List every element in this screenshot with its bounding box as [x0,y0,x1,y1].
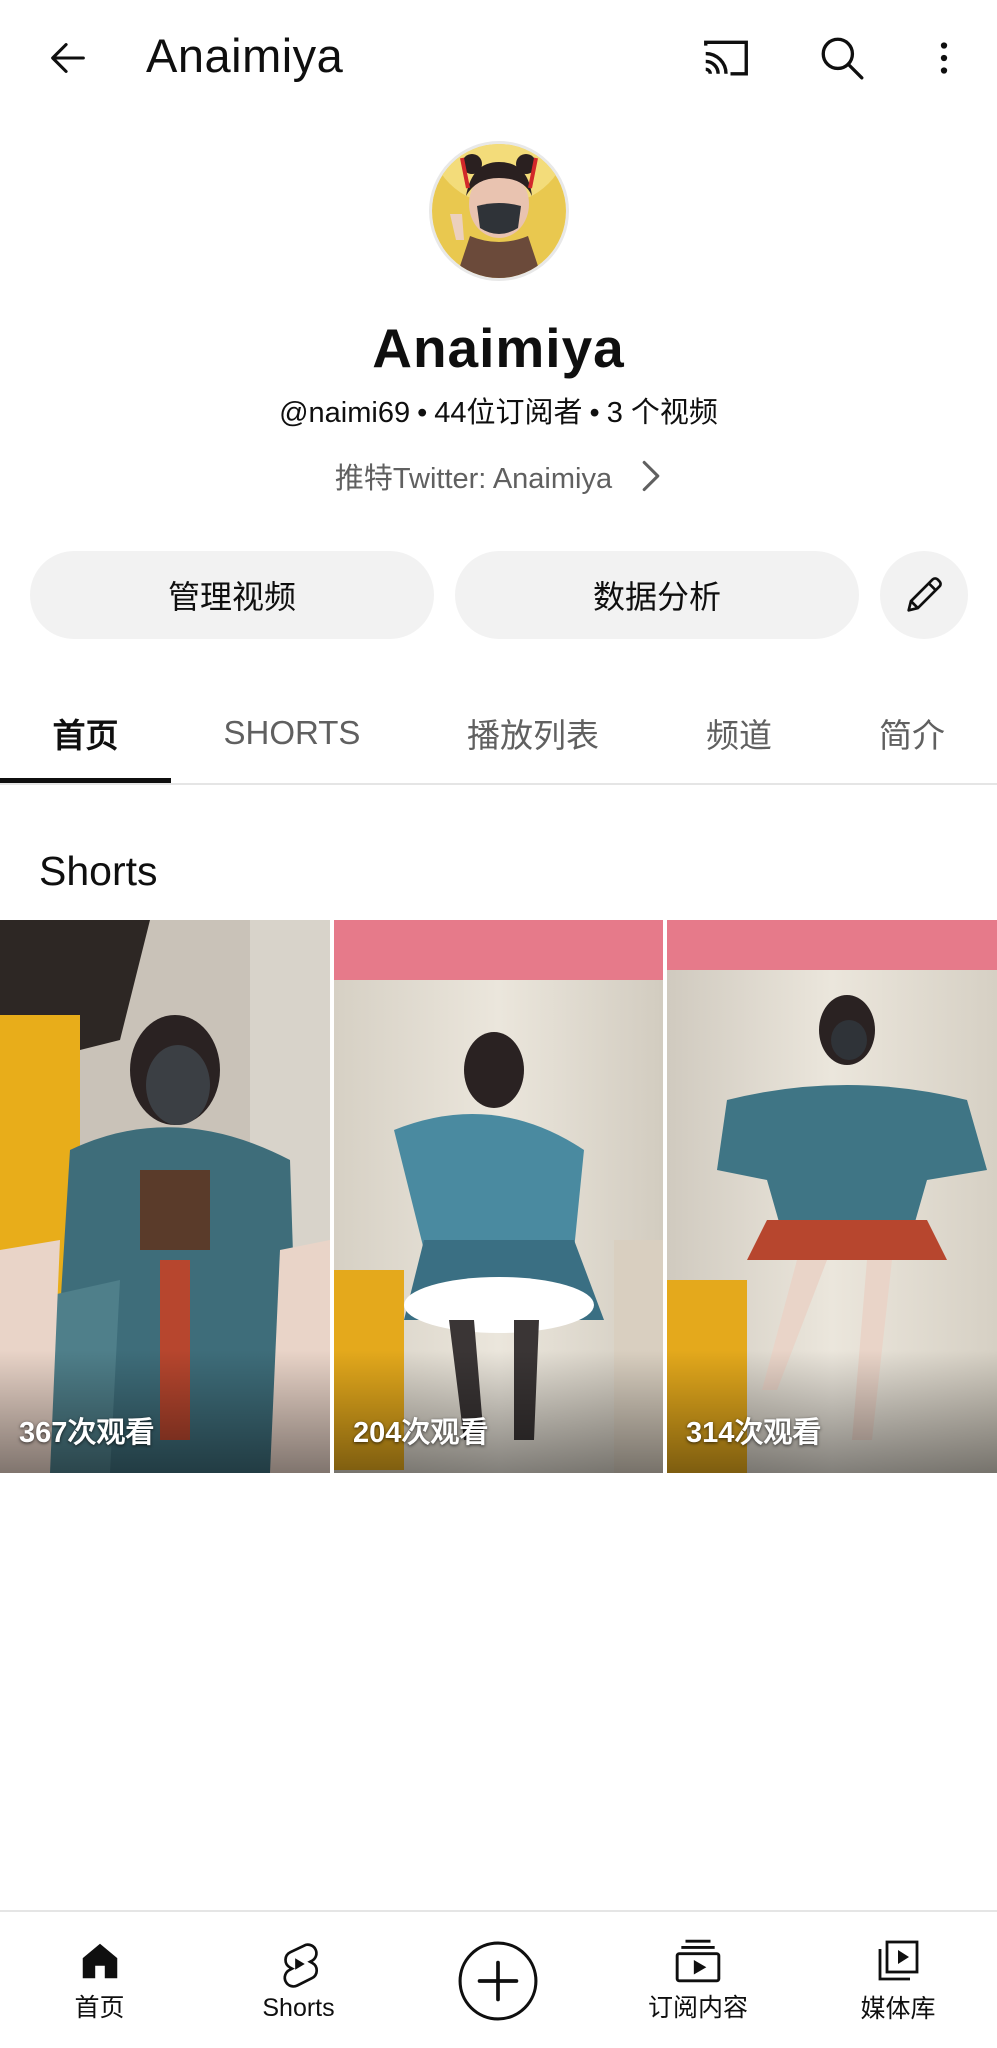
search-button[interactable] [806,22,878,94]
nav-library-label: 媒体库 [860,1995,936,2023]
short-thumbnail-image [0,920,330,1473]
pencil-icon [907,577,942,612]
cast-button[interactable] [690,22,762,94]
short-thumbnail[interactable]: 314次观看 [667,920,997,1473]
meta-separator: • [417,397,428,429]
chevron-right-icon [642,460,660,492]
shorts-section-title: Shorts [39,848,158,894]
short-view-count: 367次观看 [19,1417,155,1449]
tab-about[interactable]: 简介 [850,680,974,785]
library-icon [878,1940,919,1981]
more-options-button[interactable] [908,22,980,94]
subscriber-count: 44位订阅者 [434,397,583,429]
nav-subscriptions[interactable]: 订阅内容 [597,1912,799,2048]
page-title: Anaimiya [146,29,344,82]
nav-home-label: 首页 [74,1994,125,2022]
avatar-image [432,144,566,278]
nav-shorts-label: Shorts [262,1993,335,2022]
shorts-icon [282,1942,318,1988]
channel-handle: @naimi69 [279,397,411,429]
channel-link[interactable]: 推特Twitter: Anaimiya [0,455,997,497]
active-tab-indicator [0,778,171,783]
video-count: 3 个视频 [606,397,718,429]
create-plus-icon [458,1941,537,2021]
short-thumbnail[interactable]: 367次观看 [0,920,330,1473]
search-icon [821,37,864,80]
tab-channels[interactable]: 频道 [668,680,810,785]
bottom-navigation: 首页 Shorts 订阅内容 媒体库 [0,1910,997,2048]
channel-link-text: 推特Twitter: Anaimiya [334,463,613,495]
manage-videos-button[interactable]: 管理视频 [30,551,434,639]
nav-home[interactable]: 首页 [0,1912,199,2048]
meta-separator: • [589,397,600,429]
edit-channel-button[interactable] [880,551,968,639]
nav-subscriptions-label: 订阅内容 [647,1994,748,2022]
short-view-count: 204次观看 [353,1417,489,1449]
more-vert-icon [940,42,948,74]
back-button[interactable] [32,22,104,94]
top-app-bar: Anaimiya [0,0,997,116]
back-arrow-icon [51,43,85,73]
nav-library[interactable]: 媒体库 [799,1912,997,2048]
nav-create[interactable] [398,1912,597,2048]
short-thumbnail-image [667,920,997,1473]
subscriptions-icon [675,1939,721,1983]
tab-home[interactable]: 首页 [0,680,171,785]
short-view-count: 314次观看 [686,1417,822,1449]
tab-shorts[interactable]: SHORTS [201,680,383,785]
channel-name: Anaimiya [372,317,625,379]
short-thumbnail[interactable]: 204次观看 [334,920,663,1473]
cast-icon [704,40,748,76]
shorts-grid: 367次观看 204次观看 314次观看 [0,920,997,1473]
tab-playlists[interactable]: 播放列表 [440,680,626,785]
home-icon [82,1943,117,1979]
analytics-button[interactable]: 数据分析 [455,551,859,639]
channel-meta: @naimi69 • 44位订阅者 • 3 个视频 [0,389,997,431]
short-thumbnail-image [334,920,663,1473]
nav-shorts[interactable]: Shorts [199,1912,398,2048]
channel-avatar[interactable] [429,141,569,281]
channel-tabs: 首页 SHORTS 播放列表 频道 简介 [0,680,997,785]
